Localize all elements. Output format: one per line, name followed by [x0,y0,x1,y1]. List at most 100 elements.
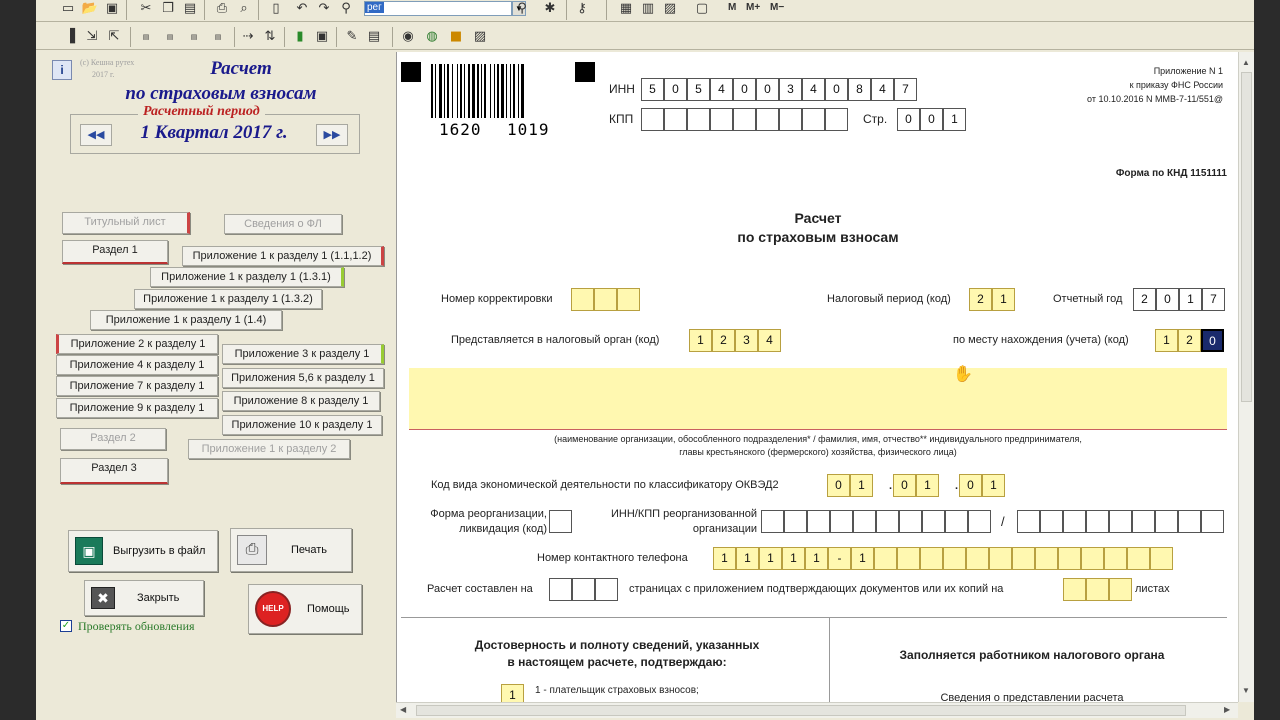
nav-app1-s2[interactable]: Приложение 1 к разделу 2 [188,439,350,459]
reorg-kpp-cell[interactable] [1178,510,1201,533]
okved-cell[interactable]: 1 [916,474,939,497]
phone-cell[interactable]: 1 [713,547,736,570]
phone-cell[interactable] [1012,547,1035,570]
replace-icon[interactable]: ✱ [540,0,560,18]
kpp-cell[interactable] [802,108,825,131]
phone-cell[interactable]: 1 [759,547,782,570]
okved-cell[interactable]: 0 [827,474,850,497]
next-period-button[interactable]: ▶▶ [316,124,348,146]
prev-period-button[interactable]: ◀◀ [80,124,112,146]
location-cell[interactable]: 2 [1178,329,1201,352]
nav-fl-info[interactable]: Сведения о ФЛ [224,214,342,234]
account-icon[interactable]: ▤ [160,28,180,46]
tax-period-cell[interactable]: 2 [969,288,992,311]
database-icon[interactable]: ▮ [290,28,310,46]
navigate-icon[interactable]: ⇢ [238,28,258,46]
inn-cell[interactable]: 7 [894,78,917,101]
nav-app1-s1-11-12[interactable]: Приложение 1 к разделу 1 (1.1,1.2) [182,246,384,266]
phone-cell[interactable] [1104,547,1127,570]
inn-cell[interactable]: 0 [756,78,779,101]
report-year-cell[interactable]: 1 [1179,288,1202,311]
inn-cell[interactable]: 0 [733,78,756,101]
correction-cell[interactable] [594,288,617,311]
nav-app2-s1[interactable]: Приложение 2 к разделу 1 [56,334,218,354]
nav-app7-s1[interactable]: Приложение 7 к разделу 1 [56,376,218,396]
phone-cell[interactable] [874,547,897,570]
inn-cell[interactable]: 5 [687,78,710,101]
cut-icon[interactable]: ✂ [136,0,156,18]
kpp-cell[interactable] [710,108,733,131]
table-icon[interactable]: ▥ [638,0,658,18]
phone-cell[interactable] [1150,547,1173,570]
tax-organ-cell[interactable]: 4 [758,329,781,352]
reorg-inn-cell[interactable] [922,510,945,533]
page-number-cell[interactable]: 1 [943,108,966,131]
chart-icon[interactable]: ▨ [660,0,680,18]
inn-cell[interactable]: 5 [641,78,664,101]
pages-cell[interactable] [572,578,595,601]
calculator-icon[interactable]: ▦ [616,0,636,18]
kpp-cell[interactable] [687,108,710,131]
save-disk-icon[interactable]: ▣ [312,28,332,46]
nav-app3-s1[interactable]: Приложение 3 к разделу 1 [222,344,384,364]
correction-cell[interactable] [617,288,640,311]
print-icon[interactable]: ⎙ [212,0,232,18]
image-icon[interactable]: ▨ [470,28,490,46]
okved-cell[interactable]: 0 [893,474,916,497]
phone-cell[interactable] [989,547,1012,570]
scroll-right-icon[interactable]: ▶ [1224,705,1230,714]
phone-cell[interactable] [920,547,943,570]
kpp-cell[interactable] [825,108,848,131]
location-cell[interactable]: 1 [1155,329,1178,352]
phone-cell[interactable]: 1 [736,547,759,570]
reorg-inn-cell[interactable] [761,510,784,533]
nav-app8-s1[interactable]: Приложение 8 к разделу 1 [222,391,380,411]
kpp-cell[interactable] [733,108,756,131]
nav-app1-s1-14[interactable]: Приложение 1 к разделу 1 (1.4) [90,310,282,330]
nav-app1-s1-131[interactable]: Приложение 1 к разделу 1 (1.3.1) [150,267,344,287]
reorg-inn-cell[interactable] [876,510,899,533]
inn-cell[interactable]: 8 [848,78,871,101]
new-file-icon[interactable]: ▭ [58,0,78,18]
phone-cell[interactable]: - [828,547,851,570]
okved-cell[interactable]: 0 [959,474,982,497]
vertical-scroll-thumb[interactable] [1241,72,1252,402]
invoice-icon[interactable]: ▤ [136,28,156,46]
phone-cell[interactable]: 1 [851,547,874,570]
reorg-kpp-cell[interactable] [1109,510,1132,533]
nav-app56-s1[interactable]: Приложения 5,6 к разделу 1 [222,368,384,388]
export-icon[interactable]: ⇱ [104,28,124,46]
refresh-icon[interactable]: ◍ [422,28,442,46]
tax-organ-cell[interactable]: 3 [735,329,758,352]
nav-app10-s1[interactable]: Приложение 10 к разделу 1 [222,415,382,435]
phone-cell[interactable] [1035,547,1058,570]
scroll-up-icon[interactable]: ▲ [1242,58,1250,67]
location-cell[interactable]: 0 [1201,329,1224,352]
horizontal-scroll-thumb[interactable] [416,705,1186,716]
report-year-cell[interactable]: 7 [1202,288,1225,311]
inn-cell[interactable]: 0 [825,78,848,101]
redo-icon[interactable]: ↷ [314,0,334,18]
phone-cell[interactable] [966,547,989,570]
report-year-cell[interactable]: 0 [1156,288,1179,311]
phone-cell[interactable] [1127,547,1150,570]
kpp-cell[interactable] [779,108,802,131]
import-icon[interactable]: ⇲ [82,28,102,46]
reorg-kpp-cell[interactable] [1132,510,1155,533]
export-file-button[interactable]: ▣ Выгрузить в файл [68,530,218,572]
reorg-inn-cell[interactable] [807,510,830,533]
phone-cell[interactable] [943,547,966,570]
reorg-inn-cell[interactable] [830,510,853,533]
reorg-kpp-cell[interactable] [1017,510,1040,533]
vertical-scrollbar[interactable]: ▲ ▼ [1238,52,1254,702]
close-button[interactable]: ✖ Закрыть [84,580,204,616]
copy-icon[interactable]: ❐ [158,0,178,18]
help-button[interactable]: HELP Помощь [248,584,362,634]
inn-cell[interactable]: 4 [802,78,825,101]
phone-cell[interactable]: 1 [805,547,828,570]
page-number-cell[interactable]: 0 [920,108,943,131]
key-icon[interactable]: ⚷ [572,0,592,18]
phone-cell[interactable] [897,547,920,570]
print-preview-icon[interactable]: ⌕ [234,0,254,18]
find-icon[interactable]: ⚲ [336,0,356,18]
